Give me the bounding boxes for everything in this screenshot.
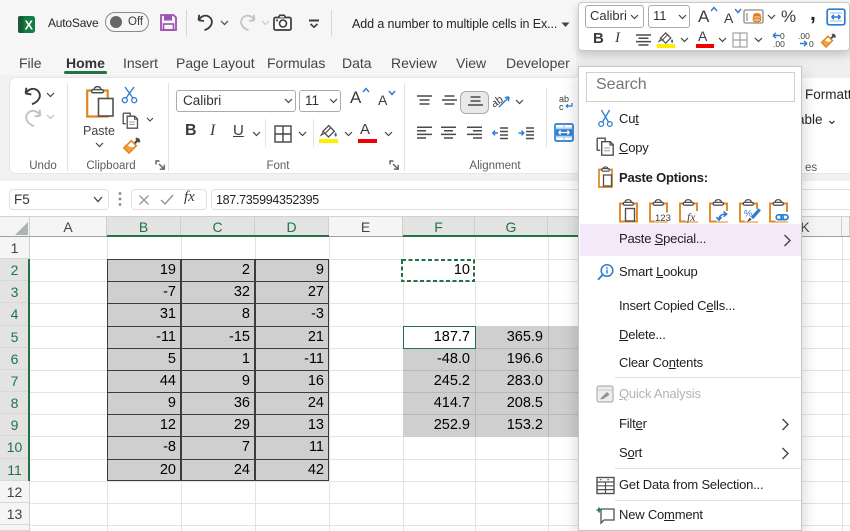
svg-text:c: c [559,102,564,111]
svg-text:.00: .00 [773,39,785,48]
svg-text:X: X [25,18,34,32]
svg-text:123: 123 [655,213,671,223]
svg-text:0: 0 [809,39,814,48]
svg-text:fx: fx [687,212,696,223]
